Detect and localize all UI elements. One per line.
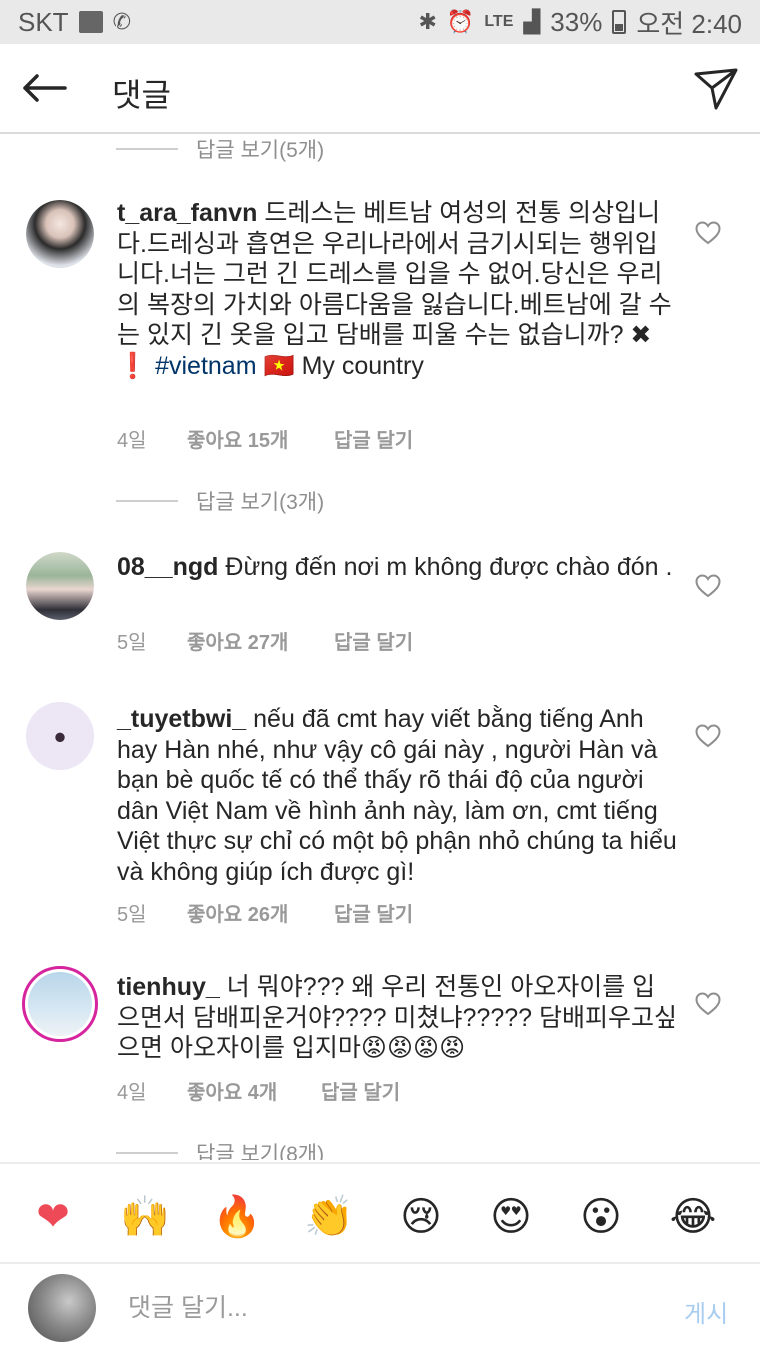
comment-meta: 5일 좋아요 26개 답글 달기 (117, 898, 413, 927)
comment-username[interactable]: 08__ngd (117, 553, 218, 581)
carrier-label: SKT (18, 6, 69, 37)
comment-username[interactable]: t_ara_fanvn (117, 199, 257, 227)
reply-button[interactable]: 답글 달기 (321, 1076, 400, 1105)
avatar[interactable] (22, 966, 98, 1042)
comment-meta: 4일 좋아요 4개 답글 달기 (117, 1076, 400, 1105)
comment-content-end: 🇻🇳 My country (263, 351, 424, 380)
comment-time: 4일 (117, 1082, 147, 1104)
divider (116, 1152, 178, 1154)
my-avatar (28, 1274, 96, 1342)
likes-count[interactable]: 좋아요 27개 (187, 626, 334, 655)
heart-icon[interactable] (695, 221, 721, 245)
gallery-icon (78, 11, 103, 33)
likes-count[interactable]: 좋아요 26개 (187, 898, 334, 927)
arrow-left-icon (23, 74, 67, 102)
view-replies-link[interactable]: 답글 보기(3개) (0, 486, 760, 516)
network-label: LTE (484, 13, 514, 30)
raised-hands-emoji[interactable]: 🙌 (120, 1192, 170, 1242)
heart-eyes-emoji[interactable]: 😍 (486, 1192, 536, 1242)
tears-of-joy-emoji[interactable]: 😂 (668, 1192, 718, 1242)
clapping-hands-emoji[interactable]: 👏 (304, 1192, 354, 1242)
post-button[interactable]: 게시 (684, 1294, 728, 1329)
header: 댓글 (0, 44, 760, 134)
comment-composer: 게시 (0, 1262, 760, 1351)
divider (116, 500, 178, 502)
view-replies-label[interactable]: 답글 보기(3개) (196, 486, 324, 516)
comment-username[interactable]: tienhuy_ (117, 973, 220, 1001)
fire-emoji[interactable]: 🔥 (212, 1192, 262, 1242)
view-replies-label[interactable]: 답글 보기(5개) (196, 136, 324, 164)
view-replies-link[interactable]: 답글 보기(5개) (0, 136, 760, 164)
heart-icon[interactable] (695, 574, 721, 598)
bluetooth-icon: ✱ (418, 9, 437, 34)
divider (116, 148, 178, 150)
comment-content: Đừng đến nơi m không được chào đón . (225, 553, 673, 581)
page-title: 댓글 (112, 77, 171, 113)
comment-username[interactable]: _tuyetbwi_ (117, 705, 246, 733)
share-button[interactable] (692, 64, 740, 112)
avatar[interactable] (26, 200, 94, 268)
likes-count[interactable]: 좋아요 4개 (187, 1076, 321, 1105)
signal-icon: ▟ (523, 9, 541, 34)
avatar[interactable] (26, 552, 94, 620)
comments-list[interactable]: 답글 보기(5개) t_ara_fanvn 드레스는 베트남 여성의 전통 의상… (0, 136, 760, 1160)
comment-text: _tuyetbwi_ nếu đã cmt hay viết bằng tiến… (117, 704, 677, 887)
paper-plane-icon (694, 68, 738, 110)
clock: 오전 2:40 (636, 8, 742, 39)
heart-icon[interactable] (695, 724, 721, 748)
alarm-icon: ⏰ (446, 9, 475, 34)
heart-icon[interactable] (695, 992, 721, 1016)
view-replies-link[interactable]: 답글 보기(8개) (0, 1138, 760, 1160)
likes-count[interactable]: 좋아요 15개 (187, 424, 334, 453)
comment-text: 08__ngd Đừng đến nơi m không được chào đ… (117, 552, 677, 583)
back-button[interactable] (20, 64, 68, 112)
status-bar: SKT ✆ ✱ ⏰ LTE ▟ 33% 오전 2:40 (0, 0, 760, 44)
comment-time: 5일 (117, 632, 147, 654)
reply-button[interactable]: 답글 달기 (334, 424, 413, 453)
avatar[interactable] (26, 702, 94, 770)
surprised-face-emoji[interactable]: 😮 (576, 1192, 626, 1242)
comment-meta: 4일 좋아요 15개 답글 달기 (117, 424, 413, 453)
volte-icon: ✆ (112, 9, 132, 34)
reply-button[interactable]: 답글 달기 (334, 898, 413, 927)
heart-emoji[interactable]: ❤ (28, 1192, 78, 1242)
comment-time: 5일 (117, 904, 147, 926)
crying-face-emoji[interactable]: 😢 (396, 1192, 446, 1242)
comment-time: 4일 (117, 430, 147, 452)
emoji-reaction-bar: ❤ 🙌 🔥 👏 😢 😍 😮 😂 (0, 1162, 760, 1262)
battery-icon (612, 10, 627, 34)
battery-percent: 33% (550, 6, 603, 37)
view-replies-label[interactable]: 답글 보기(8개) (196, 1138, 324, 1160)
comment-text: tienhuy_ 너 뭐야??? 왜 우리 전통인 아오자이를 입으면서 담배피… (117, 972, 677, 1064)
comment-input[interactable] (128, 1284, 648, 1332)
comment-text: t_ara_fanvn 드레스는 베트남 여성의 전통 의상입니다.드레싱과 흡… (117, 198, 677, 381)
reply-button[interactable]: 답글 달기 (334, 626, 413, 655)
comment-meta: 5일 좋아요 27개 답글 달기 (117, 626, 413, 655)
hashtag-link[interactable]: #vietnam (155, 352, 256, 380)
